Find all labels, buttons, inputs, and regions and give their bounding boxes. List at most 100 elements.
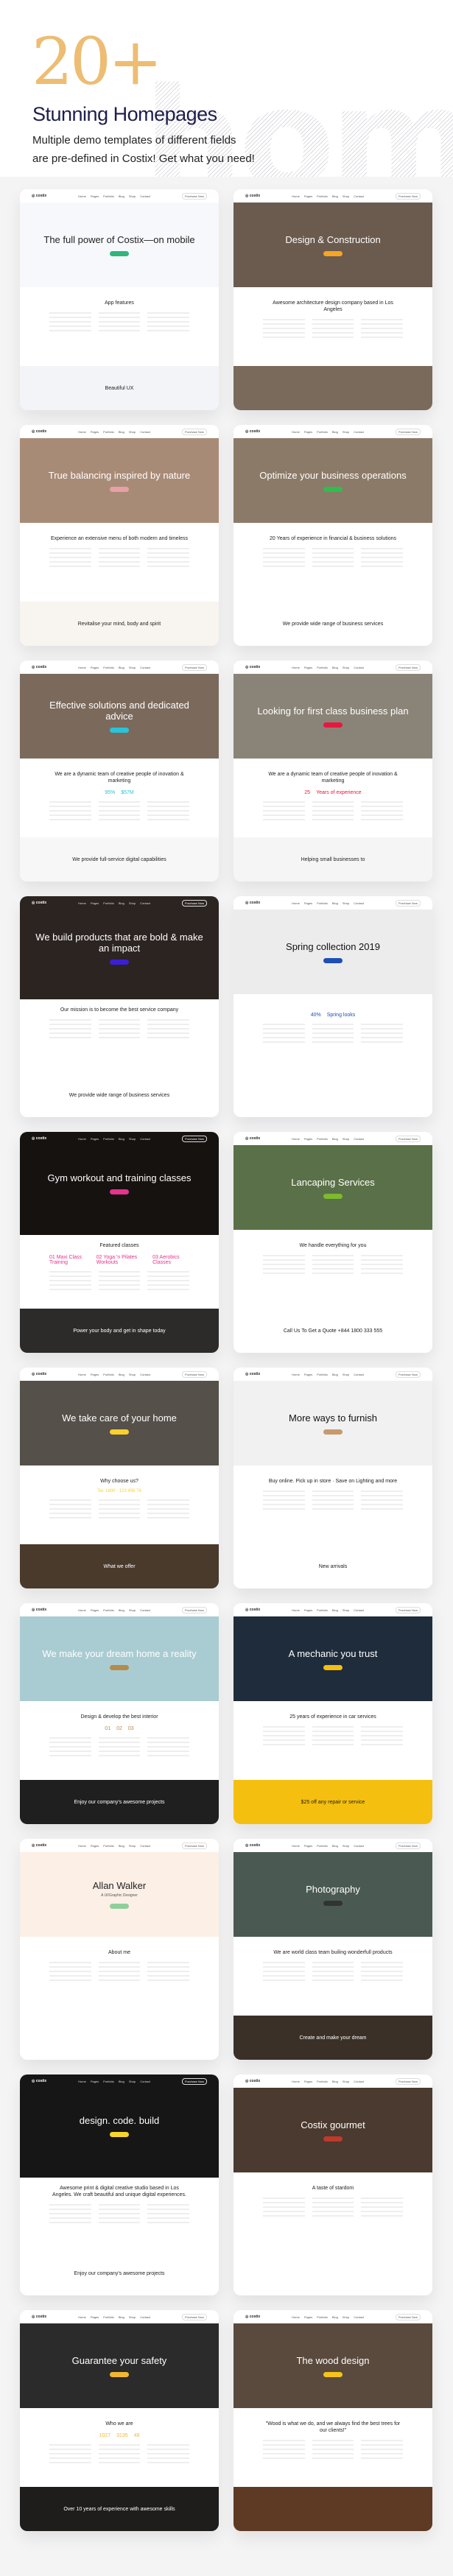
demo-nav-item: Shop	[342, 2315, 350, 2319]
demo-card[interactable]: ◎ costix Home Pages Portfolio Blog Shop Contac…	[20, 1603, 219, 1824]
demo-content-placeholder	[49, 2204, 190, 2226]
demo-section: Our mission is to become the best servic…	[20, 999, 219, 1049]
demo-card[interactable]: ◎ costix Home Pages Portfolio Blog Shop Contac…	[233, 1132, 432, 1353]
demo-section: "Wood is what we do, and we always find …	[233, 2413, 432, 2469]
demo-section-item: 95%	[105, 790, 116, 795]
demo-card[interactable]: ◎ costix Home Pages Portfolio Blog Shop Contac…	[20, 896, 219, 1117]
demo-nav-item: Home	[292, 1608, 300, 1612]
demo-card[interactable]: ◎ costix Home Pages Portfolio Blog Shop Contac…	[20, 1132, 219, 1353]
demo-navbar: ◎ costix Home Pages Portfolio Blog Shop Contac…	[233, 1368, 432, 1381]
demo-logo: ◎ costix	[245, 901, 261, 905]
demo-logo: ◎ costix	[245, 1608, 261, 1612]
demo-section: Design & develop the best interior 01 02 03	[20, 1706, 219, 1767]
demo-nav-item: Shop	[342, 901, 350, 905]
demo-section-item: 3135	[116, 2433, 128, 2438]
demo-card[interactable]: ◎ costix Home Pages Portfolio Blog Shop Contac…	[233, 189, 432, 410]
demo-hero: Looking for first class business plan	[233, 674, 432, 759]
demo-purchase-button: Purchase Now	[395, 192, 421, 200]
demo-card[interactable]: ◎ costix Home Pages Portfolio Blog Shop Contac…	[233, 425, 432, 646]
demo-hero: The wood design	[233, 2323, 432, 2408]
demo-section: 25 years of experience in car services	[233, 1706, 432, 1756]
demo-card[interactable]: ◎ costix Home Pages Portfolio Blog Shop Contac…	[20, 189, 219, 410]
demo-card[interactable]: ◎ costix Home Pages Portfolio Blog Shop Contac…	[233, 1839, 432, 2060]
demo-card[interactable]: ◎ costix Home Pages Portfolio Blog Shop Contac…	[20, 2074, 219, 2295]
page-header: home 20+ Stunning Homepages Multiple dem…	[0, 0, 453, 210]
demo-nav-item: Contact	[140, 194, 151, 198]
demo-section: Featured classes 01 Maxi Class Training 02…	[20, 1235, 219, 1301]
demo-hero: Design & Construction	[233, 203, 432, 287]
demo-hero: We take care of your home	[20, 1381, 219, 1465]
demo-hero-button	[323, 2371, 343, 2377]
demo-nav-item: Blog	[331, 1372, 338, 1376]
demo-section-title: Featured classes	[99, 1243, 139, 1248]
demo-nav-item: Pages	[90, 665, 99, 669]
demo-section-title: We are world class team builing wonderfu…	[273, 1950, 393, 1955]
demo-footer-section: New arrivals	[233, 1544, 432, 1588]
demo-nav-item: Blog	[118, 2079, 124, 2083]
demo-nav-item: Pages	[303, 1372, 313, 1376]
demo-hero: Gym workout and training classes	[20, 1132, 219, 1235]
demo-purchase-button: Purchase Now	[181, 1842, 207, 1849]
demo-hero-button	[323, 1193, 343, 1199]
demo-hero-title: Costix gourmet	[301, 2119, 365, 2130]
demo-footer-title: New arrivals	[318, 1563, 348, 1569]
demo-card[interactable]: ◎ costix Home Pages Portfolio Blog Shop Contac…	[20, 661, 219, 881]
demo-card[interactable]: ◎ costix Home Pages Portfolio Blog Shop Contac…	[233, 1603, 432, 1824]
demo-card[interactable]: ◎ costix Home Pages Portfolio Blog Shop Contac…	[233, 2074, 432, 2295]
demo-section: Who we are 1027 3135 48	[20, 2413, 219, 2474]
demo-nav-item: Contact	[140, 665, 151, 669]
demo-nav-item: Pages	[303, 429, 313, 434]
demo-nav-item: Portfolio	[317, 429, 328, 434]
demo-nav-item: Blog	[331, 1136, 338, 1141]
demo-hero: Costix gourmet	[233, 2088, 432, 2172]
demo-nav-item: Pages	[90, 901, 99, 905]
demo-hero: We build products that are bold & make a…	[20, 896, 219, 999]
demo-hero-title: Lancaping Services	[291, 1176, 375, 1188]
demo-content-placeholder	[49, 548, 190, 570]
demo-purchase-button: Purchase Now	[181, 192, 207, 200]
demo-logo: ◎ costix	[32, 1843, 47, 1848]
demo-card[interactable]: ◎ costix Home Pages Portfolio Blog Shop Contac…	[233, 1368, 432, 1588]
demo-logo: ◎ costix	[245, 429, 261, 434]
demo-card[interactable]: ◎ costix Home Pages Portfolio Blog Shop Contac…	[233, 2310, 432, 2531]
demo-card[interactable]: ◎ costix Home Pages Portfolio Blog Shop Contac…	[20, 1368, 219, 1588]
demo-section-title: We are a dynamic team of creative people…	[268, 772, 398, 784]
demo-content-placeholder	[263, 801, 404, 823]
demo-hero-title: Guarantee your safety	[71, 2354, 167, 2366]
demo-hero-button	[110, 486, 129, 492]
demo-card[interactable]: ◎ costix Home Pages Portfolio Blog Shop Contac…	[233, 661, 432, 881]
demo-hero-title: We build products that are bold & make a…	[35, 931, 203, 954]
demo-card[interactable]: ◎ costix Home Pages Portfolio Blog Shop Contac…	[20, 2310, 219, 2531]
demo-navbar: ◎ costix Home Pages Portfolio Blog Shop Contac…	[20, 1603, 219, 1616]
demo-content-placeholder	[49, 312, 190, 334]
demo-footer-title: Revitalise your mind, body and spirit	[77, 621, 161, 627]
demo-hero-button	[323, 1900, 343, 1906]
demo-purchase-button: Purchase Now	[395, 899, 421, 907]
demo-nav-item: Shop	[342, 2079, 350, 2083]
demo-hero-button	[110, 1664, 129, 1670]
demo-hero: Effective solutions and dedicated advice	[20, 674, 219, 759]
demo-nav-item: Shop	[128, 194, 136, 198]
demo-footer-title: We provide wide range of business servic…	[69, 1092, 170, 1098]
demo-nav-item: Contact	[354, 1608, 365, 1612]
demo-nav-item: Pages	[90, 1843, 99, 1848]
demo-card[interactable]: ◎ costix Home Pages Portfolio Blog Shop Contac…	[20, 1839, 219, 2060]
demo-card[interactable]: ◎ costix Home Pages Portfolio Blog Shop Contac…	[233, 896, 432, 1117]
demo-nav-item: Shop	[128, 1608, 136, 1612]
demo-nav-item: Pages	[303, 2315, 313, 2319]
demo-section-item: 02 Yoga 'n Pilates Workouts	[96, 1255, 138, 1265]
demo-hero-title: Spring collection 2019	[286, 940, 380, 952]
demo-footer-section: Enjoy our company's awesome projects	[20, 1780, 219, 1824]
demo-section-title: We are a dynamic team of creative people…	[55, 772, 184, 784]
demo-hero-button	[110, 2371, 129, 2377]
demo-nav-item: Contact	[354, 1372, 365, 1376]
demo-logo: ◎ costix	[32, 1136, 47, 1141]
demo-content-placeholder	[49, 1019, 190, 1041]
demo-navbar: ◎ costix Home Pages Portfolio Blog Shop Contac…	[233, 425, 432, 438]
demo-content-placeholder	[263, 2440, 404, 2462]
demo-nav-item: Portfolio	[103, 1608, 114, 1612]
demo-section-item: 03	[127, 1726, 134, 1731]
demo-nav-item: Portfolio	[317, 1843, 328, 1848]
demo-logo: ◎ costix	[32, 901, 47, 905]
demo-card[interactable]: ◎ costix Home Pages Portfolio Blog Shop Contac…	[20, 425, 219, 646]
